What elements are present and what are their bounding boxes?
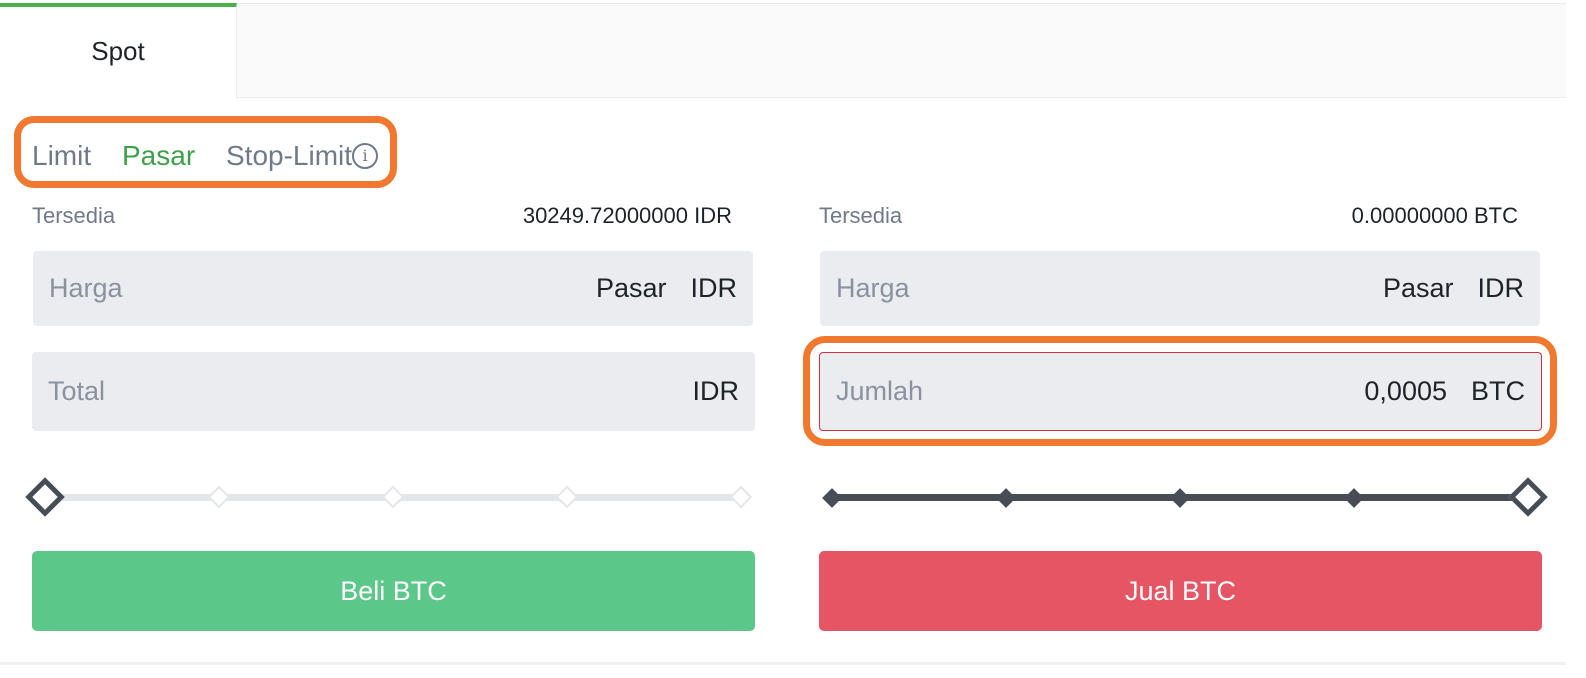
buy-slider-handle[interactable] (25, 477, 65, 517)
sell-price-unit: IDR (1477, 273, 1525, 303)
sell-amount-label: Jumlah (836, 376, 924, 406)
sell-amount-value: 0,0005 (1364, 376, 1447, 406)
sell-slider-step-0[interactable] (822, 488, 842, 508)
sell-slider-step-25[interactable] (996, 488, 1016, 508)
order-type-stop-limit[interactable]: Stop-Limit (226, 140, 352, 172)
order-type-market[interactable]: Pasar (122, 140, 195, 172)
buy-total-unit: IDR (692, 376, 740, 406)
sell-slider-handle[interactable] (1508, 477, 1548, 517)
buy-price-unit: IDR (690, 273, 738, 303)
buy-total-label: Total (48, 376, 106, 406)
sell-price-field[interactable]: Harga Pasar IDR (820, 251, 1540, 326)
buy-price-label: Harga (49, 273, 123, 303)
order-type-selector: Limit Pasar Stop-Limit i (14, 116, 397, 188)
order-type-limit[interactable]: Limit (32, 140, 91, 172)
sell-price-label: Harga (836, 273, 910, 303)
buy-btc-button[interactable]: Beli BTC (32, 551, 755, 631)
buy-available-label: Tersedia (32, 203, 116, 228)
sell-amount-field[interactable]: Jumlah 0,0005 BTC (819, 352, 1542, 431)
buy-available-value: 30249.72000000 IDR (522, 203, 732, 228)
sell-btc-button[interactable]: Jual BTC (819, 551, 1542, 631)
buy-price-value: Pasar (595, 273, 667, 303)
sell-available-value: 0.00000000 BTC (1351, 203, 1518, 228)
divider (0, 662, 1566, 665)
sell-slider-step-50[interactable] (1170, 488, 1190, 508)
sell-price-value: Pasar (1382, 273, 1454, 303)
buy-price-field[interactable]: Harga Pasar IDR (33, 251, 753, 326)
buy-slider-step-25[interactable] (207, 485, 231, 509)
buy-slider-step-50[interactable] (381, 485, 405, 509)
info-icon[interactable]: i (352, 143, 378, 169)
sell-amount-unit: BTC (1471, 376, 1525, 406)
buy-slider-step-75[interactable] (555, 485, 579, 509)
sell-available-label: Tersedia (819, 203, 903, 228)
buy-slider-step-100[interactable] (729, 485, 753, 509)
sell-slider-step-75[interactable] (1344, 488, 1364, 508)
spot-trade-panel: Spot Limit Pasar Stop-Limit i Tersedia 3… (0, 0, 1586, 678)
buy-total-field[interactable]: Total IDR (32, 352, 755, 431)
tab-spot[interactable]: Spot (0, 3, 237, 99)
